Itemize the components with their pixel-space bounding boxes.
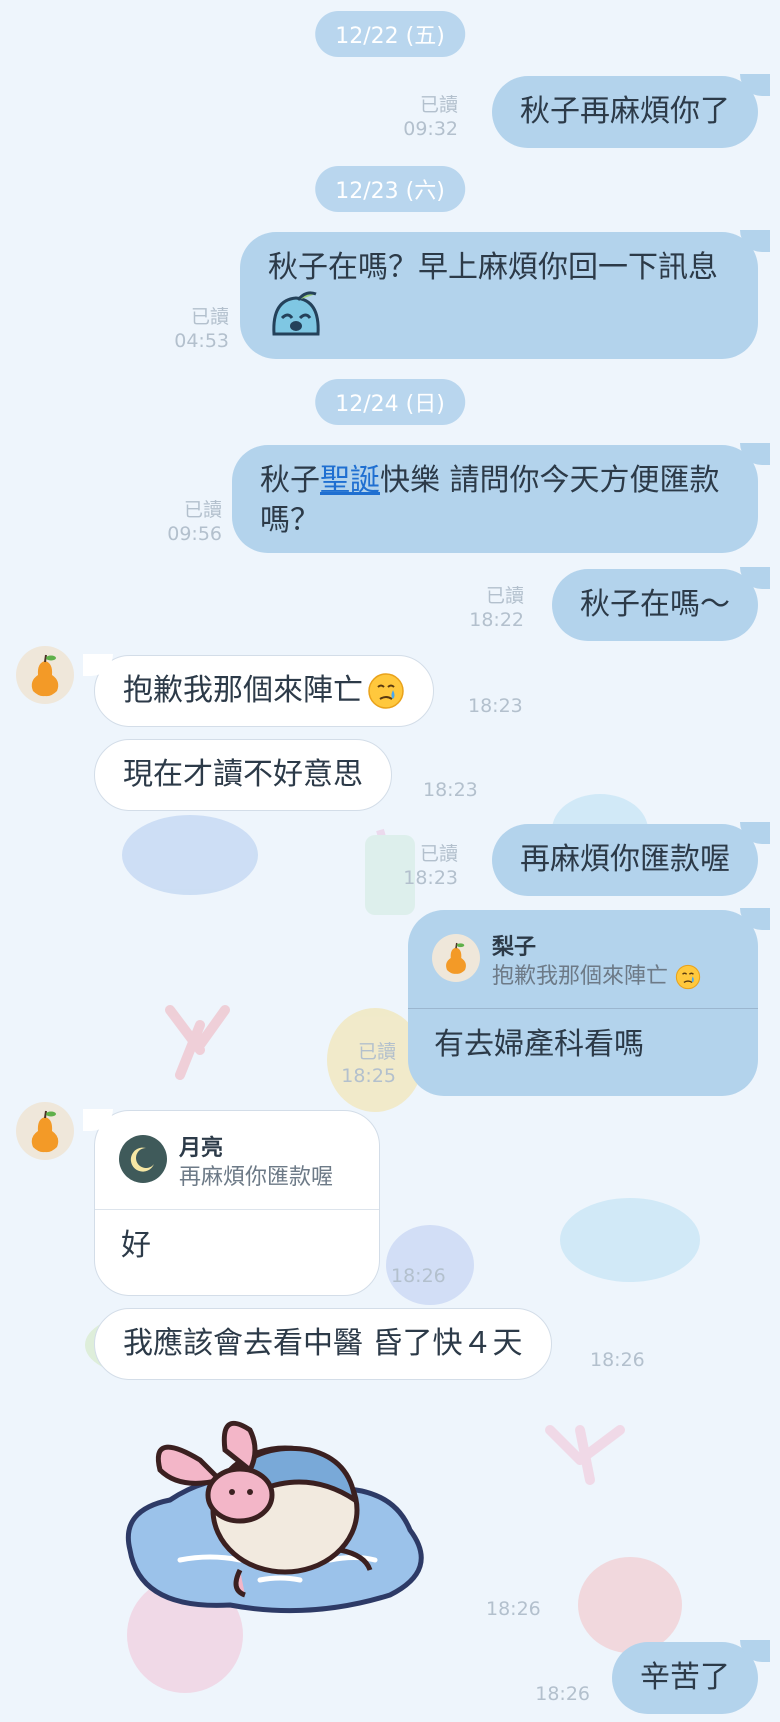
sent-message-bubble[interactable]: 再麻煩你匯款喔 bbox=[492, 822, 770, 896]
date-divider: 12/22 (五) bbox=[315, 11, 465, 57]
reply-quote-header[interactable]: 梨子 抱歉我那個來陣亡 bbox=[408, 910, 758, 1008]
received-reply-bubble[interactable]: 月亮 再麻煩你匯款喔 好 bbox=[83, 1109, 380, 1296]
timestamp: 18:23 bbox=[403, 867, 458, 889]
message-text: 抱歉我那個來陣亡 bbox=[123, 673, 363, 708]
bubble-tail bbox=[740, 1640, 770, 1662]
message-text: 秋子在嗎～ bbox=[580, 587, 730, 622]
timestamp: 18:23 bbox=[423, 779, 478, 801]
pear-avatar-icon bbox=[31, 654, 59, 697]
bubble-tail bbox=[740, 822, 770, 844]
read-receipt: 已讀 bbox=[485, 585, 524, 607]
read-receipt: 已讀 bbox=[183, 499, 222, 521]
crying-face-emoji-icon bbox=[675, 964, 701, 990]
timestamp: 18:26 bbox=[391, 1265, 446, 1287]
message-meta: 18:26 bbox=[486, 1597, 541, 1621]
date-divider: 12/24 (日) bbox=[315, 379, 465, 425]
message-meta: 18:26 bbox=[535, 1682, 590, 1706]
message-meta: 已讀 18:23 bbox=[403, 842, 458, 890]
date-divider: 12/23 (六) bbox=[315, 166, 465, 212]
timestamp: 04:53 bbox=[174, 330, 229, 352]
quoted-sender-name: 梨子 bbox=[492, 935, 537, 960]
bubble-tail bbox=[740, 567, 770, 589]
bubble-tail bbox=[740, 74, 770, 96]
read-receipt: 已讀 bbox=[190, 306, 229, 328]
message-meta: 18:26 bbox=[590, 1348, 645, 1372]
timestamp: 18:25 bbox=[341, 1065, 396, 1087]
received-message-bubble[interactable]: 我應該會去看中醫 昏了快４天 bbox=[94, 1308, 552, 1380]
received-message-bubble[interactable]: 現在才讀不好意思 bbox=[94, 739, 392, 811]
quoted-message-text: 再麻煩你匯款喔 bbox=[179, 1165, 334, 1190]
timestamp: 18:26 bbox=[486, 1598, 541, 1620]
message-meta: 已讀 09:32 bbox=[403, 93, 458, 141]
bubble-tail bbox=[83, 654, 113, 676]
pear-avatar-icon bbox=[31, 1110, 59, 1153]
reply-quote-header[interactable]: 月亮 再麻煩你匯款喔 bbox=[95, 1111, 379, 1209]
timestamp: 18:23 bbox=[468, 695, 523, 717]
quoted-avatar bbox=[119, 1135, 167, 1183]
contact-avatar[interactable] bbox=[16, 1102, 74, 1160]
message-text: 現在才讀不好意思 bbox=[123, 757, 363, 792]
message-meta: 已讀 09:56 bbox=[167, 498, 222, 546]
bubble-tail bbox=[740, 230, 770, 252]
message-text: 秋子 bbox=[260, 463, 320, 498]
contact-avatar[interactable] bbox=[16, 646, 74, 704]
moon-avatar-icon bbox=[130, 1147, 154, 1172]
message-text: 好 bbox=[121, 1228, 151, 1263]
sent-reply-bubble[interactable]: 梨子 抱歉我那個來陣亡 有去婦產科看嗎 bbox=[408, 908, 770, 1096]
message-text: 再麻煩你匯款喔 bbox=[520, 842, 730, 877]
pear-avatar-icon bbox=[446, 942, 466, 974]
quoted-sender-name: 月亮 bbox=[179, 1136, 224, 1161]
read-receipt: 已讀 bbox=[357, 1041, 396, 1063]
message-text: 秋子再麻煩你了 bbox=[520, 94, 730, 129]
message-text: 秋子在嗎？早上麻煩你回一下訊息 bbox=[268, 250, 718, 285]
timestamp: 18:26 bbox=[590, 1349, 645, 1371]
quoted-avatar bbox=[432, 934, 480, 982]
sent-message-bubble[interactable]: 秋子再麻煩你了 bbox=[492, 74, 770, 148]
message-link[interactable]: 聖誕 bbox=[320, 463, 380, 498]
sent-message-bubble[interactable]: 辛苦了 bbox=[612, 1640, 770, 1714]
message-text: 我應該會去看中醫 昏了快４天 bbox=[123, 1326, 523, 1361]
bubble-tail bbox=[740, 443, 770, 465]
timestamp: 09:32 bbox=[403, 118, 458, 140]
message-meta: 18:26 bbox=[391, 1264, 446, 1288]
sent-message-bubble[interactable]: 秋子在嗎～ bbox=[552, 567, 770, 641]
message-text: 有去婦產科看嗎 bbox=[434, 1027, 644, 1062]
read-receipt: 已讀 bbox=[419, 94, 458, 116]
sent-message-bubble[interactable]: 秋子聖誕快樂 請問你今天方便匯款嗎？ bbox=[232, 443, 770, 553]
crying-blue-creature-emoji-icon bbox=[272, 291, 320, 336]
timestamp: 18:22 bbox=[469, 609, 524, 631]
sent-message-bubble[interactable]: 秋子在嗎？早上麻煩你回一下訊息 bbox=[240, 230, 770, 359]
timestamp: 18:26 bbox=[535, 1683, 590, 1705]
timestamp: 09:56 bbox=[167, 523, 222, 545]
message-meta: 18:23 bbox=[423, 778, 478, 802]
read-receipt: 已讀 bbox=[419, 843, 458, 865]
message-meta: 已讀 18:25 bbox=[341, 1040, 396, 1088]
received-message-bubble[interactable]: 抱歉我那個來陣亡 bbox=[83, 654, 434, 727]
message-meta: 18:23 bbox=[468, 694, 523, 718]
pink-rabbit-melting-sticker[interactable] bbox=[110, 1400, 450, 1630]
message-text: 辛苦了 bbox=[640, 1660, 730, 1695]
message-meta: 已讀 04:53 bbox=[174, 305, 229, 353]
crying-face-emoji-icon bbox=[368, 673, 404, 709]
message-meta: 已讀 18:22 bbox=[469, 584, 524, 632]
quoted-message-text: 抱歉我那個來陣亡 bbox=[492, 962, 701, 992]
